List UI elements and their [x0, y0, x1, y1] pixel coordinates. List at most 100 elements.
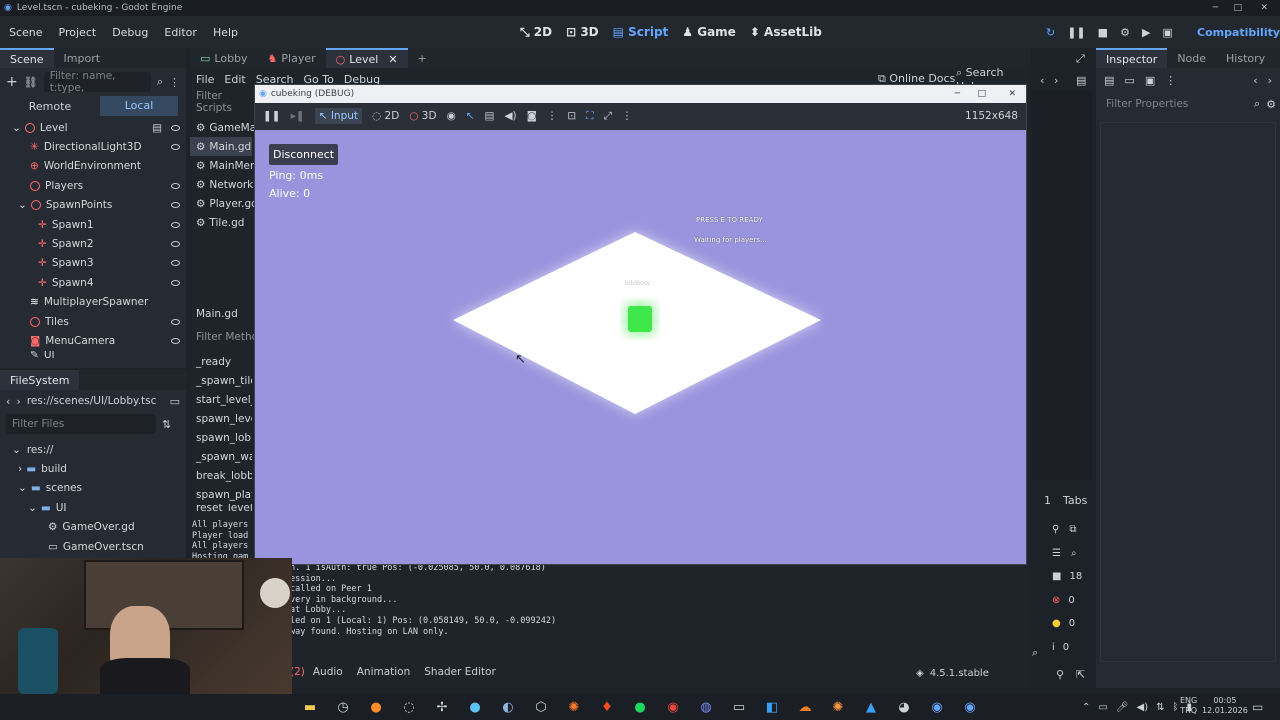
tree-node-menucamera[interactable]: ◙ MenuCamera [0, 331, 186, 350]
history-forward-icon[interactable]: › [1268, 74, 1272, 87]
mode-3d-button[interactable]: ○ 3D [409, 110, 436, 122]
menu-dots-icon[interactable]: ⋮ [1165, 74, 1176, 87]
chrome-icon[interactable]: ◉ [661, 695, 685, 719]
terminal-icon[interactable]: ▭ [727, 695, 751, 719]
menu-debug[interactable]: Debug [112, 26, 148, 39]
tab-lobby[interactable]: ▭ Lobby [190, 48, 258, 68]
tab-import[interactable]: Import [54, 48, 111, 68]
input-mode-button[interactable]: ↖ Input [314, 108, 363, 124]
fs-path[interactable]: res://scenes/UI/Lobby.tsc [27, 395, 157, 407]
menu-dots-icon[interactable]: ⋮ [169, 76, 180, 89]
mode-2d[interactable]: ⤡ 2D [520, 25, 552, 40]
clock-icon[interactable]: ◷ [331, 695, 355, 719]
movie-icon[interactable]: ▣ [1162, 26, 1172, 39]
mode-assetlib[interactable]: ⬍ AssetLib [750, 25, 822, 39]
tree-node-multiplayerspawner[interactable]: ≋ MultiplayerSpawner [0, 293, 186, 312]
expand-panel-icon[interactable]: ⇱ [1076, 668, 1085, 681]
keyboard-layout[interactable]: ENG TRQ [1180, 696, 1197, 716]
search-icon[interactable]: ⌕ [1071, 548, 1077, 559]
sort-icon[interactable]: ⇅ [162, 418, 171, 431]
clock[interactable]: 00:05 12.01.2026 [1202, 696, 1248, 716]
script-icon[interactable]: ▤ [152, 122, 162, 134]
mode-3d[interactable]: ⊡ 3D [566, 25, 599, 39]
method-item[interactable]: _ready [190, 352, 252, 371]
minimize-icon[interactable]: ─ [1213, 3, 1218, 13]
filter-methods-input[interactable]: Filter Metho [190, 327, 258, 346]
tab-player[interactable]: ♞ Player [258, 48, 326, 68]
tab-animation[interactable]: Animation [357, 666, 411, 678]
debugger-tab-count[interactable]: (2) [290, 666, 305, 678]
new-resource-icon[interactable]: ▤ [1104, 74, 1114, 87]
remote-debug-icon[interactable]: ⚙ [1120, 26, 1130, 39]
expand-icon[interactable]: ⤢ [604, 110, 612, 123]
renderer-select[interactable]: Compatibility [1197, 26, 1280, 39]
minimize-icon[interactable]: ─ [955, 89, 960, 99]
save-icon[interactable]: ▣ [1145, 74, 1155, 87]
tray-bluetooth-icon[interactable]: ᛒ [1173, 702, 1179, 713]
split-view-icon[interactable]: ▭ [170, 395, 180, 408]
copy-icon[interactable]: ⧉ [1069, 524, 1076, 535]
chevron-left-icon[interactable]: ‹ [1040, 74, 1044, 87]
maximize-icon[interactable]: □ [977, 89, 986, 99]
settings-icon[interactable]: ⚙ [1266, 98, 1276, 111]
tab-scene[interactable]: Scene [0, 48, 54, 68]
method-item[interactable]: break_lobby_ [190, 466, 252, 485]
notifications-icon[interactable]: ▭ [1252, 700, 1263, 714]
tree-node-spawnpoints[interactable]: ⌄ SpawnPoints [0, 196, 186, 215]
blender-icon[interactable]: ✺ [562, 695, 586, 719]
tray-mic-icon[interactable]: 🎤︎ [1116, 702, 1129, 713]
tab-shader-editor[interactable]: Shader Editor [424, 666, 496, 678]
menu-scene[interactable]: Scene [9, 26, 43, 39]
arch-icon[interactable]: ▲ [859, 695, 883, 719]
tabs-label[interactable]: Tabs [1063, 494, 1087, 507]
menu-project[interactable]: Project [59, 26, 97, 39]
obs-icon[interactable]: ◌ [397, 695, 421, 719]
blender2-icon[interactable]: ✺ [826, 695, 850, 719]
fs-filter-input[interactable]: Filter Files [6, 414, 156, 434]
fullscreen-icon[interactable]: ⛶ [586, 110, 593, 123]
telegram-icon[interactable]: ● [463, 695, 487, 719]
local-button[interactable]: Local [100, 96, 178, 116]
close-icon[interactable]: ✕ [1008, 89, 1016, 99]
tree-node-worldenvironment[interactable]: ⊕ WorldEnvironment [0, 157, 186, 176]
fs-item[interactable]: ⌄ ▬ UI [0, 498, 186, 517]
tree-node-spawn1[interactable]: ✛ Spawn1 [0, 215, 186, 234]
stop-icon[interactable]: ■ [1098, 26, 1108, 39]
fs-item[interactable]: › ▬ build [0, 459, 186, 478]
method-item[interactable]: spawn_level_ [190, 409, 252, 428]
tab-level[interactable]: ○ Level ✕ [325, 48, 408, 68]
tray-network-icon[interactable]: ⇅ [1156, 702, 1164, 713]
fs-item[interactable]: ▭ GameOver.tscn [0, 537, 186, 556]
firefox-icon[interactable]: ● [364, 695, 388, 719]
audio-icon[interactable]: ◀) [504, 110, 516, 122]
tab-inspector[interactable]: Inspector [1096, 48, 1168, 68]
script-menu-file[interactable]: File [196, 73, 214, 86]
mode-game[interactable]: ♟ Game [682, 25, 736, 39]
close-icon[interactable]: ✕ [1260, 3, 1268, 13]
tab-audio[interactable]: Audio [313, 666, 343, 678]
link-icon[interactable]: ⛓ [24, 76, 38, 89]
script-item[interactable]: ⚙ GameMan [190, 118, 263, 137]
layout-icon[interactable]: ▤ [1076, 74, 1086, 87]
camera-icon[interactable]: ◙ [527, 110, 537, 122]
visibility-icon[interactable] [171, 260, 180, 267]
steam-icon[interactable]: ◐ [496, 695, 520, 719]
script-item[interactable]: ⚙ NetworkM [190, 175, 262, 194]
tree-node-spawn4[interactable]: ✛ Spawn4 [0, 273, 186, 292]
method-item[interactable]: start_level_lo [190, 390, 252, 409]
mode-script[interactable]: ▤ Script [613, 25, 669, 39]
figma-icon[interactable]: ♦ [595, 695, 619, 719]
remote-button[interactable]: Remote [0, 100, 100, 113]
script-item[interactable]: ⚙ Main.gd [190, 137, 252, 156]
tray-display-icon[interactable]: ▭ [1098, 702, 1107, 713]
spotify-icon[interactable]: ● [628, 695, 652, 719]
tree-node-ui[interactable]: ✎ UI [0, 351, 186, 360]
maximize-icon[interactable]: □ [1233, 3, 1242, 13]
fit-icon[interactable]: ⊡ [567, 110, 576, 122]
filter-scripts-input[interactable]: Filter Scripts [190, 90, 252, 114]
tray-up-icon[interactable]: ⌃ [1082, 702, 1090, 713]
method-item[interactable]: spawn_lobby [190, 428, 252, 447]
tree-node-directionallight[interactable]: ✳ DirectionalLight3D [0, 137, 186, 156]
visibility-icon[interactable] [171, 221, 180, 228]
open-folder-icon[interactable]: ▭ [1124, 74, 1134, 87]
